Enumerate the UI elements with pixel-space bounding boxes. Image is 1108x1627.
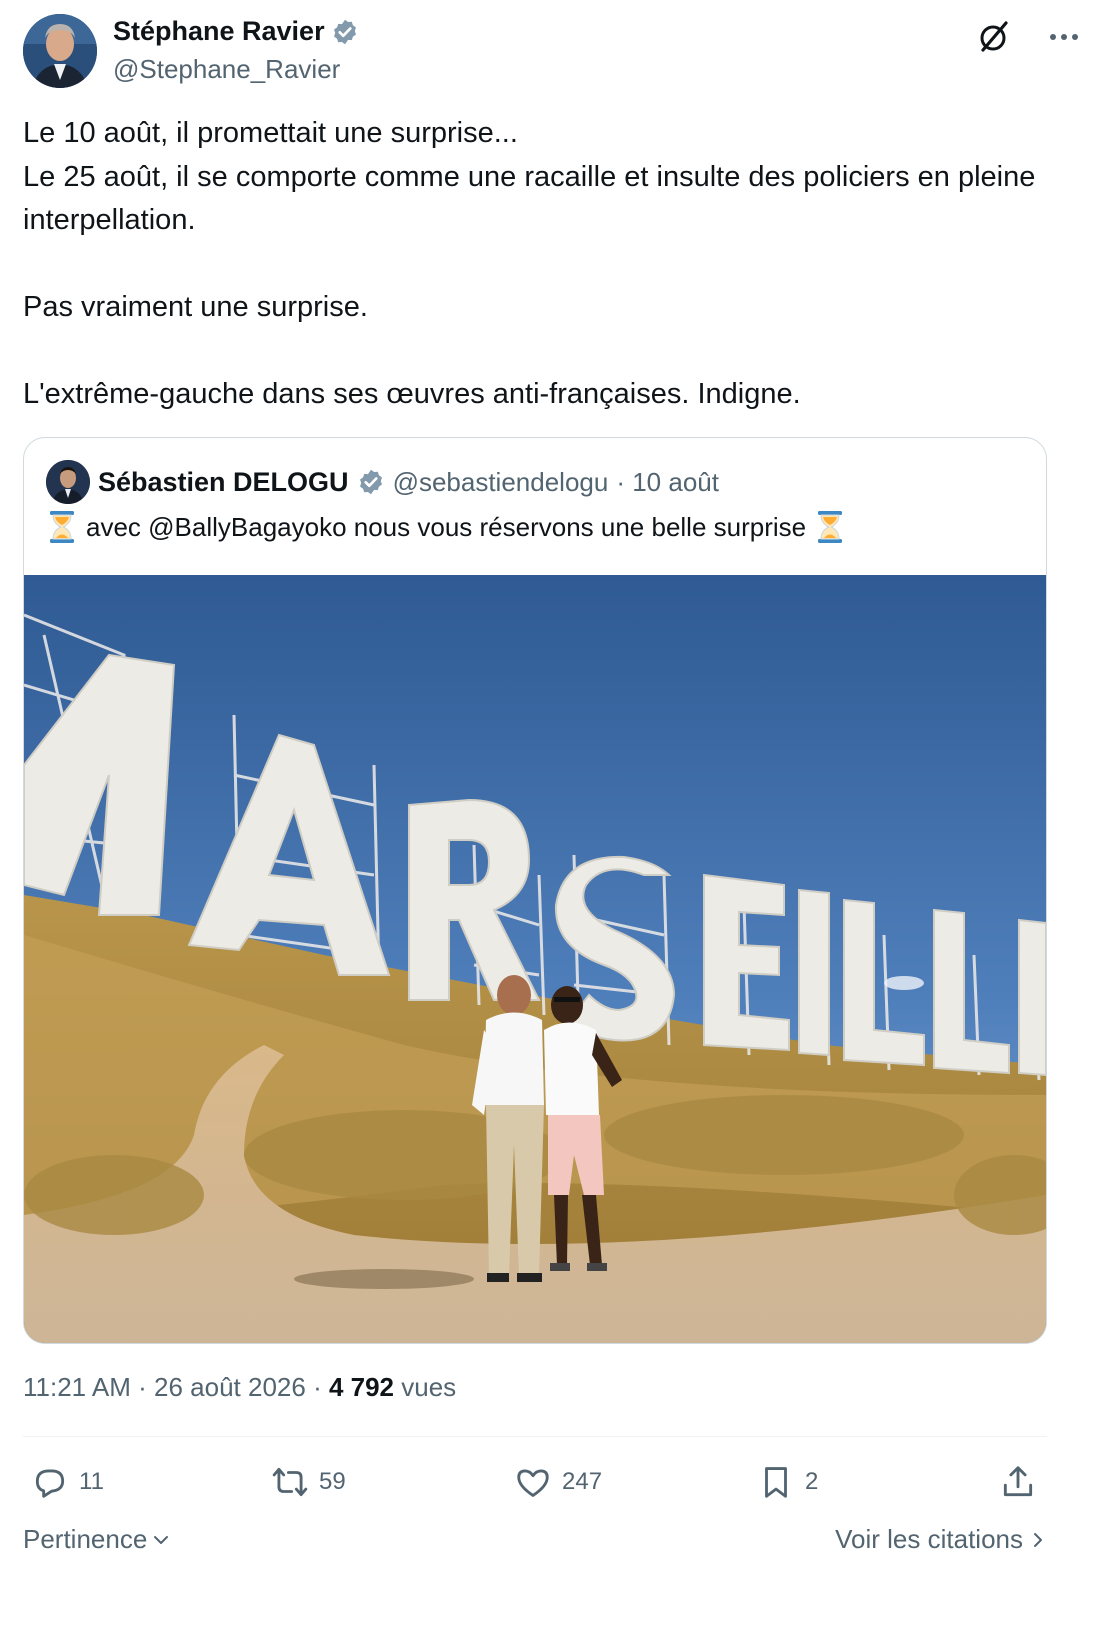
- quoted-text: avec @BallyBagayoko nous vous réservons …: [48, 510, 844, 544]
- tweet-header: Stéphane Ravier @Stephane_Ravier: [23, 14, 1085, 94]
- chevron-down-icon: [154, 1535, 169, 1544]
- author-name[interactable]: Stéphane Ravier: [113, 16, 359, 47]
- sort-label: Pertinence: [23, 1524, 148, 1554]
- author-name-text[interactable]: Stéphane Ravier: [113, 16, 325, 47]
- reply-icon: [35, 1469, 65, 1498]
- divider: [23, 1436, 1047, 1437]
- tweet-text: Le 10 août, il promettait une surprise..…: [23, 112, 1063, 417]
- like-icon: [517, 1469, 549, 1497]
- views-label: vues: [394, 1372, 457, 1402]
- tweet-line: Pas vraiment une surprise.: [23, 291, 368, 323]
- verified-badge-icon: [333, 19, 356, 44]
- chevron-right-icon: [1034, 1532, 1042, 1547]
- citations-label: Voir les citations: [835, 1524, 1023, 1554]
- more-icon[interactable]: [1043, 16, 1085, 58]
- quoted-tweet[interactable]: Sébastien DELOGU @sebastiendelogu · 10 a…: [23, 437, 1047, 1344]
- share-icon: [1003, 1466, 1033, 1497]
- author-handle[interactable]: @Stephane_Ravier: [113, 54, 340, 85]
- hourglass-icon: [50, 511, 74, 543]
- like-count: 247: [562, 1468, 603, 1495]
- bookmark-icon: [765, 1467, 787, 1498]
- tweet-line: Le 25 août, il se comporte comme une rac…: [23, 160, 1036, 237]
- reply-button[interactable]: 11: [31, 1456, 104, 1508]
- repost-icon: [272, 1467, 308, 1497]
- action-bar: 11 59 247 2: [23, 1456, 1047, 1508]
- verified-badge-icon: [359, 469, 382, 495]
- quoted-text-body: avec @BallyBagayoko nous vous réservons …: [86, 511, 807, 542]
- bookmark-count: 2: [805, 1468, 819, 1495]
- views-count: 4 792: [328, 1372, 395, 1402]
- sort-dropdown[interactable]: Pertinence: [23, 1524, 171, 1555]
- view-citations-link[interactable]: Voir les citations: [835, 1524, 1047, 1555]
- quoted-author-name: Sébastien DELOGU: [98, 466, 349, 497]
- replies-footer: Pertinence Voir les citations: [23, 1518, 1047, 1562]
- share-button[interactable]: [999, 1456, 1037, 1508]
- grok-icon[interactable]: [973, 16, 1015, 58]
- quoted-tweet-header: Sébastien DELOGU @sebastiendelogu · 10 a…: [46, 460, 719, 504]
- quoted-date: · 10 août: [616, 466, 719, 497]
- repost-button[interactable]: 59: [271, 1456, 346, 1508]
- quoted-author-handle: @sebastiendelogu: [392, 466, 609, 497]
- like-button[interactable]: 247: [514, 1456, 602, 1508]
- repost-count: 59: [319, 1468, 346, 1495]
- hourglass-icon: [818, 511, 843, 543]
- reply-count: 11: [79, 1468, 104, 1495]
- tweet-timestamp[interactable]: 11:21 AM · 26 août 2026 ·: [23, 1372, 329, 1402]
- tweet-meta: 11:21 AM · 26 août 2026 · 4 792 vues: [23, 1372, 456, 1403]
- tweet-line: L'extrême-gauche dans ses œuvres anti-fr…: [23, 378, 801, 410]
- bookmark-button[interactable]: 2: [757, 1456, 818, 1508]
- quoted-author-avatar: [46, 460, 90, 504]
- quoted-photo[interactable]: [24, 575, 1046, 1343]
- tweet-line: Le 10 août, il promettait une surprise..…: [23, 117, 518, 149]
- author-avatar[interactable]: [23, 14, 97, 88]
